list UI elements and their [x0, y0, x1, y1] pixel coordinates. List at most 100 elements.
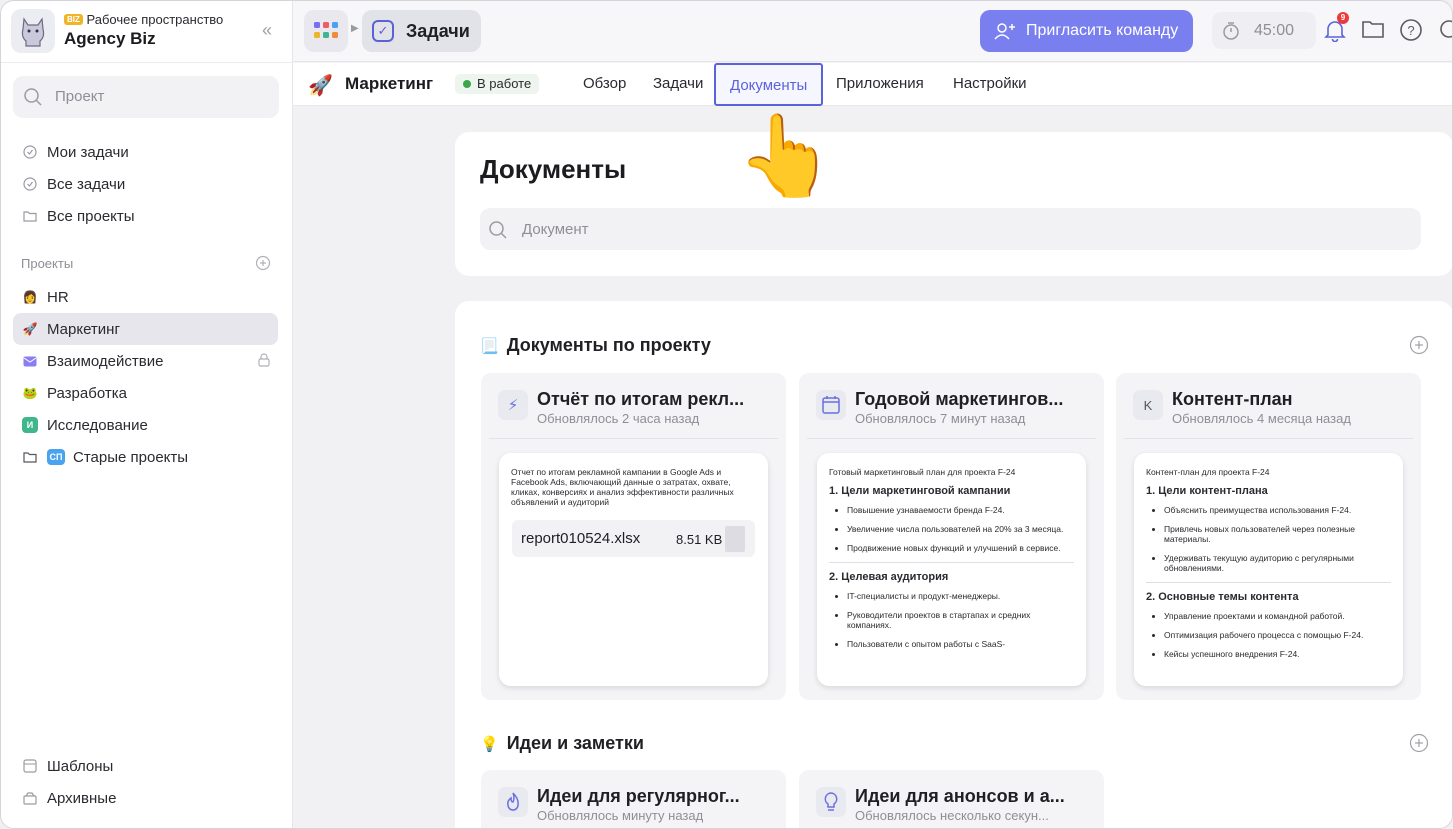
add-project-icon[interactable]	[255, 255, 271, 274]
lightbulb-icon	[816, 787, 846, 817]
page-emoji-icon: 📃	[480, 337, 499, 355]
invite-label: Пригласить команду	[1026, 22, 1179, 39]
documents-header-card: Документы Документ	[455, 132, 1452, 276]
document-updated: Обновлялось несколько секун...	[855, 808, 1049, 823]
list-item: Объяснить преимущества использования F-2…	[1164, 505, 1391, 515]
list-item: Привлечь новых пользователей через полез…	[1164, 524, 1391, 544]
document-card[interactable]: K Контент-план Обновлялось 4 месяца наза…	[1116, 373, 1421, 700]
projects-section-label: Проекты	[21, 256, 74, 271]
divider	[829, 562, 1074, 563]
nav-archive[interactable]: Архивные	[13, 782, 278, 814]
nav-all-projects[interactable]: Все проекты	[13, 200, 278, 232]
tab-documents[interactable]: Документы	[714, 63, 824, 106]
nav-all-tasks[interactable]: Все задачи	[13, 168, 278, 200]
file-attachment[interactable]: report010524.xlsx 8.51 KB	[512, 520, 755, 557]
collapse-sidebar-icon[interactable]: «	[257, 21, 277, 41]
folder-icon[interactable]	[1361, 18, 1385, 43]
checkbox-icon: ✓	[372, 20, 394, 42]
list-item: Удерживать текущую аудиторию с регулярны…	[1164, 553, 1391, 573]
folder-icon	[21, 448, 39, 466]
pointing-hand-icon: 👆	[736, 111, 836, 200]
project-item-development[interactable]: 🐸 Разработка	[13, 377, 278, 409]
project-search-input[interactable]: Проект	[13, 76, 279, 118]
search-placeholder: Документ	[522, 221, 589, 238]
search-icon[interactable]	[1437, 18, 1452, 45]
project-label: Старые проекты	[73, 448, 189, 466]
divider	[807, 438, 1096, 439]
invite-team-button[interactable]: Пригласить команду	[980, 10, 1193, 52]
project-item-old-projects[interactable]: СП Старые проекты	[13, 441, 278, 473]
search-placeholder: Проект	[55, 88, 105, 105]
workspace-logo-icon	[11, 9, 55, 53]
top-bar: ▶ ✓ Задачи Пригласить команду 45:00 ?	[293, 1, 1452, 62]
workspace-header[interactable]: BIZ Рабочее пространство Agency Biz «	[11, 9, 283, 53]
flame-icon	[498, 787, 528, 817]
tasks-label: Задачи	[406, 20, 470, 41]
document-card[interactable]: Идеи для регулярног... Обновлялось минут…	[481, 770, 786, 828]
project-item-hr[interactable]: 👩 HR	[13, 281, 278, 313]
tab-tasks[interactable]: Задачи	[653, 75, 703, 92]
list-item: Кейсы успешного внедрения F-24.	[1164, 649, 1391, 659]
document-title: Годовой маркетингов...	[855, 389, 1064, 409]
document-search-input[interactable]: Документ	[480, 208, 1421, 250]
nav-label: Архивные	[47, 789, 117, 807]
envelope-icon	[21, 352, 39, 370]
page-title: Документы	[480, 154, 627, 184]
search-icon	[24, 88, 42, 106]
apps-grid-button[interactable]	[304, 10, 348, 52]
status-badge[interactable]: В работе	[455, 74, 540, 94]
project-label: Маркетинг	[47, 320, 120, 338]
divider	[489, 438, 778, 439]
nav-label: Шаблоны	[47, 757, 114, 775]
section-title-text: Идеи и заметки	[506, 733, 644, 753]
tab-apps[interactable]: Приложения	[836, 75, 924, 92]
preview-heading: 2. Целевая аудитория	[829, 571, 949, 583]
project-header: 🚀 Маркетинг В работе Обзор Задачи Докуме…	[293, 63, 1452, 106]
document-title: Отчёт по итогам рекл...	[537, 389, 745, 409]
tasks-app-button[interactable]: ✓ Задачи	[362, 10, 481, 52]
project-name: Маркетинг	[345, 74, 434, 93]
rocket-icon: 🚀	[308, 75, 333, 97]
tab-overview[interactable]: Обзор	[583, 75, 626, 92]
divider	[1124, 438, 1413, 439]
section-title-text: Документы по проекту	[506, 335, 711, 355]
check-circle-icon	[21, 175, 39, 193]
nav-label: Все проекты	[47, 207, 135, 225]
preview-intro: Готовый маркетинговый план для проекта F…	[829, 467, 1016, 477]
tab-settings[interactable]: Настройки	[953, 75, 1027, 92]
preview-intro: Контент-план для проекта F-24	[1146, 467, 1270, 477]
document-card[interactable]: Идеи для анонсов и а... Обновлялось неск…	[799, 770, 1104, 828]
preview-heading: 2. Основные темы контента	[1146, 591, 1299, 603]
section-title: 📃 Документы по проекту	[480, 335, 711, 356]
add-document-icon[interactable]	[1409, 733, 1429, 756]
search-icon	[489, 221, 507, 239]
file-name: report010524.xlsx	[521, 530, 641, 547]
project-item-marketing[interactable]: 🚀 Маркетинг	[13, 313, 278, 345]
project-label: HR	[47, 288, 69, 306]
list-item: Повышение узнаваемости бренда F-24.	[847, 505, 1074, 515]
old-projects-badge: СП	[47, 449, 65, 465]
breadcrumb-chevron-icon: ▶	[351, 23, 359, 34]
timer-widget[interactable]: 45:00	[1212, 12, 1316, 49]
templates-icon	[21, 757, 39, 775]
list-item: Увеличение числа пользователей на 20% за…	[847, 524, 1074, 534]
project-item-interaction[interactable]: Взаимодействие	[13, 345, 278, 377]
list-item: Продвижение новых функций и улучшений в …	[847, 543, 1074, 553]
folder-icon	[21, 207, 39, 225]
add-document-icon[interactable]	[1409, 335, 1429, 358]
app-window: BIZ Рабочее пространство Agency Biz « Пр…	[0, 0, 1453, 829]
nav-my-tasks[interactable]: Мои задачи	[13, 136, 278, 168]
file-size: 8.51 KB	[676, 532, 723, 547]
document-card[interactable]: Годовой маркетингов... Обновлялось 7 мин…	[799, 373, 1104, 700]
rocket-icon: 🚀	[22, 322, 38, 336]
document-title: Контент-план	[1172, 389, 1293, 409]
document-card[interactable]: ⚡ Отчёт по итогам рекл... Обновлялось 2 …	[481, 373, 786, 700]
document-updated: Обновлялось 2 часа назад	[537, 411, 700, 426]
help-icon[interactable]: ?	[1399, 18, 1423, 45]
document-preview: Контент-план для проекта F-24 1. Цели ко…	[1134, 453, 1403, 686]
frog-icon: 🐸	[22, 386, 38, 400]
project-item-research[interactable]: И Исследование	[13, 409, 278, 441]
list-item: Управление проектами и командной работой…	[1164, 611, 1391, 621]
nav-templates[interactable]: Шаблоны	[13, 750, 278, 782]
grid-icon	[314, 22, 338, 38]
